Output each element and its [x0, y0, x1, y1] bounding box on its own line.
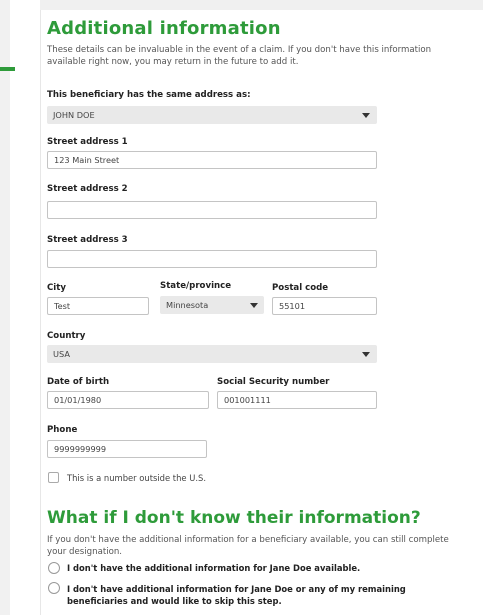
postal-label: Postal code: [272, 283, 329, 293]
city-input[interactable]: Test: [47, 297, 149, 315]
street2-input[interactable]: [47, 201, 377, 219]
same-address-value: JOHN DOE: [53, 110, 95, 120]
street3-label: Street address 3: [47, 235, 128, 245]
chevron-down-icon: [362, 113, 370, 118]
phone-input[interactable]: 9999999999: [47, 440, 207, 458]
dob-label: Date of birth: [47, 377, 110, 387]
same-address-label: This beneficiary has the same address as…: [47, 90, 251, 100]
same-address-select[interactable]: JOHN DOE: [47, 106, 377, 124]
country-value: USA: [53, 349, 70, 359]
ssn-label: Social Security number: [217, 377, 330, 387]
chevron-down-icon: [250, 303, 258, 308]
country-select[interactable]: USA: [47, 345, 377, 363]
outside-us-label: This is a number outside the U.S.: [67, 473, 206, 483]
city-label: City: [47, 283, 66, 293]
top-bar: [40, 0, 483, 10]
street2-label: Street address 2: [47, 184, 128, 194]
chevron-down-icon: [362, 352, 370, 357]
page-edge: [0, 0, 10, 615]
option1-label: I don't have the additional information …: [67, 563, 361, 573]
country-label: Country: [47, 331, 86, 341]
state-value: Minnesota: [166, 300, 209, 310]
dob-input[interactable]: 01/01/1980: [47, 391, 209, 409]
option1-radio[interactable]: [48, 562, 60, 574]
state-label: State/province: [160, 281, 232, 291]
street1-input[interactable]: 123 Main Street: [47, 151, 377, 169]
option2-label: I don't have additional information for …: [67, 584, 406, 606]
ssn-input[interactable]: 001001111: [217, 391, 377, 409]
progress-accent: [0, 67, 15, 71]
option2-radio[interactable]: [48, 582, 60, 594]
outside-us-checkbox[interactable]: [48, 472, 59, 483]
phone-label: Phone: [47, 425, 78, 435]
postal-input[interactable]: 55101: [272, 297, 377, 315]
unknown-info-title: What if I don't know their information?: [47, 508, 421, 528]
street3-input[interactable]: [47, 250, 377, 268]
street1-label: Street address 1: [47, 137, 128, 147]
unknown-info-intro: If you don't have the additional informa…: [47, 535, 449, 557]
state-select[interactable]: Minnesota: [160, 296, 264, 314]
additional-info-intro: These details can be invaluable in the e…: [47, 45, 432, 67]
additional-info-title: Additional information: [47, 18, 281, 39]
